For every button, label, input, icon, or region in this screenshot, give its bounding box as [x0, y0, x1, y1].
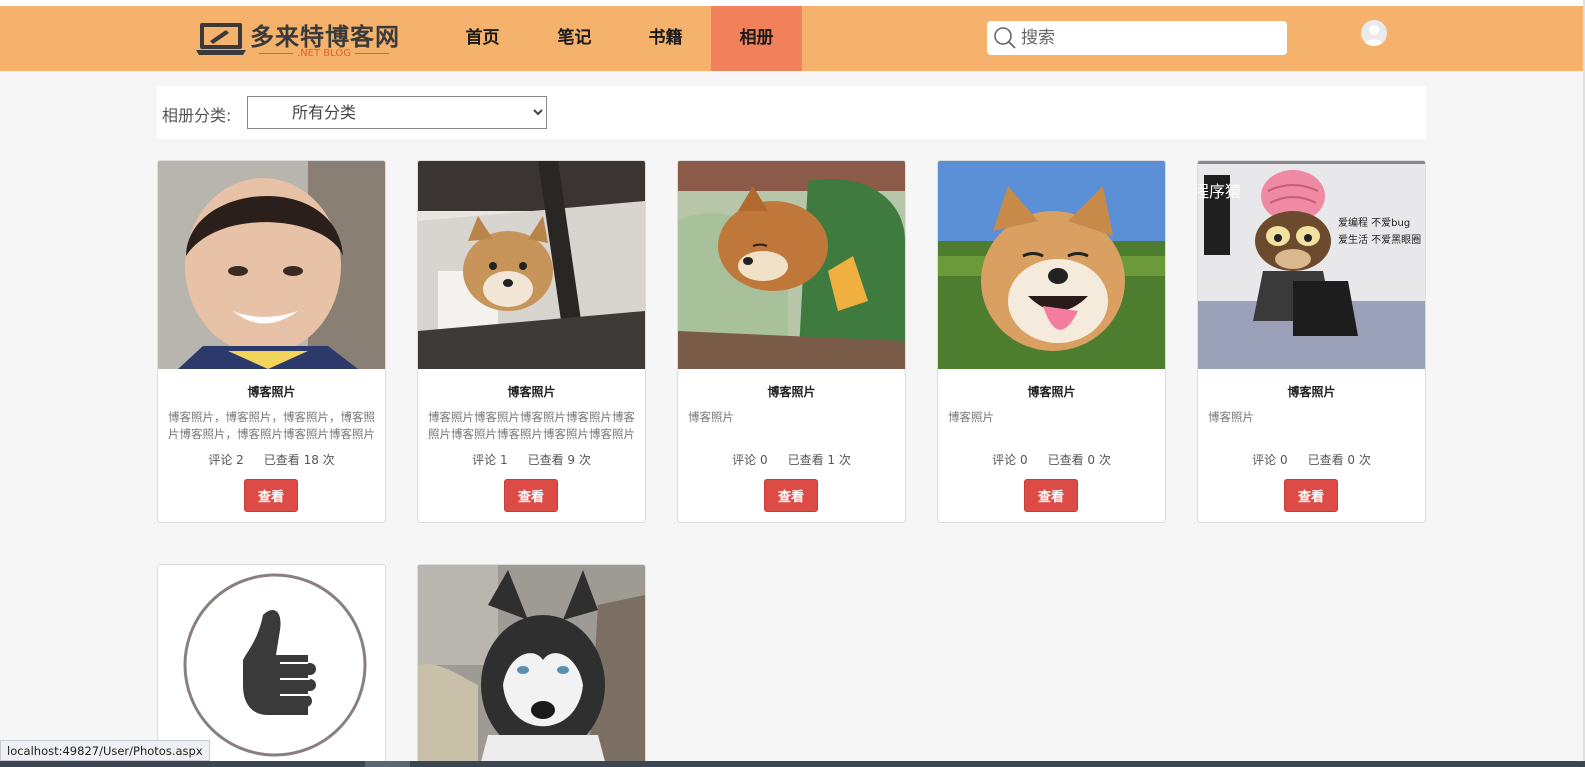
nav-home[interactable]: 首页	[437, 6, 528, 71]
album-category-label: 相册分类:	[162, 106, 232, 125]
photo-description: 博客照片，博客照片，博客照片，博客照片博客照片，博客照片博客照片博客照片	[168, 410, 375, 441]
user-avatar[interactable]	[1361, 20, 1387, 46]
photo-stats: 评论 2 已查看 18 次	[158, 451, 385, 468]
photo-description: 博客照片	[948, 410, 994, 424]
photo-title: 博客照片	[1287, 385, 1336, 399]
photo-title: 博客照片	[247, 385, 296, 399]
taskbar-item[interactable]	[365, 761, 410, 767]
view-photo-button[interactable]: 查看	[764, 479, 818, 512]
photo-card: 博客照片 博客照片博客照片博客照片博客照片博客照片博客照片博客照片博客照片博客照…	[417, 160, 646, 523]
photo-description: 博客照片	[1208, 410, 1254, 424]
album-filter-bar: 相册分类: 所有分类	[157, 86, 1426, 139]
shiba-chair-photo-image	[418, 161, 645, 369]
laptop-logo-icon	[196, 23, 246, 55]
thumbs-up-icon	[158, 565, 385, 767]
nav-notes[interactable]: 笔记	[529, 6, 620, 71]
photo-thumbnail[interactable]	[158, 565, 385, 767]
photo-title: 博客照片	[767, 385, 816, 399]
nav-books[interactable]: 书籍	[620, 6, 711, 71]
photo-view-count: 已查看 1 次	[787, 453, 851, 467]
view-photo-button[interactable]: 查看	[504, 479, 558, 512]
photo-thumbnail[interactable]	[938, 161, 1165, 369]
site-logo[interactable]: 多来特博客网 .NET BLOG	[196, 18, 406, 62]
user-avatar-icon	[1364, 25, 1384, 46]
photo-comment-count: 评论 0	[992, 453, 1028, 467]
view-photo-button[interactable]: 查看	[1284, 479, 1338, 512]
monkey-slogan-1: 爱编程 不爱bug	[1338, 216, 1410, 229]
photo-card: 博客照片 博客照片，博客照片，博客照片，博客照片博客照片，博客照片博客照片博客照…	[157, 160, 386, 523]
photo-thumbnail[interactable]	[678, 161, 905, 369]
photo-card	[157, 564, 386, 767]
photo-view-count: 已查看 0 次	[1047, 453, 1111, 467]
child-photo-image	[158, 161, 385, 369]
photo-card: 程序猿 爱编程 不爱bug 爱生活 不爱黑眼圈 博客照片 博客照片 评论 0 已查…	[1197, 160, 1426, 523]
photo-comment-count: 评论 0	[732, 453, 768, 467]
photo-title: 博客照片	[507, 385, 556, 399]
photo-card: 博客照片 博客照片 评论 0 已查看 1 次 查看	[677, 160, 906, 523]
photo-thumbnail[interactable]	[158, 161, 385, 369]
view-photo-button[interactable]: 查看	[244, 479, 298, 512]
photo-thumbnail[interactable]	[418, 565, 645, 767]
photo-comment-count: 评论 1	[472, 453, 508, 467]
photo-thumbnail[interactable]	[418, 161, 645, 369]
photo-view-count: 已查看 0 次	[1307, 453, 1371, 467]
search-input[interactable]	[1021, 21, 1281, 55]
photo-description: 博客照片	[688, 410, 734, 424]
taskbar	[0, 761, 1585, 767]
photo-description: 博客照片博客照片博客照片博客照片博客照片博客照片博客照片博客照片博客照片博客	[428, 410, 635, 441]
photo-comment-count: 评论 0	[1252, 453, 1288, 467]
photo-comment-count: 评论 2	[208, 453, 244, 467]
photo-stats: 评论 0 已查看 0 次	[1198, 451, 1425, 468]
photo-stats: 评论 0 已查看 1 次	[678, 451, 905, 468]
browser-status-url: localhost:49827/User/Photos.aspx	[0, 740, 210, 761]
shiba-sleeping-photo-image	[678, 161, 905, 369]
monkey-slogan-2: 爱生活 不爱黑眼圈	[1338, 233, 1421, 246]
album-category-select[interactable]: 所有分类	[247, 96, 547, 129]
programmer-monkey-photo-image: 程序猿 爱编程 不爱bug 爱生活 不爱黑眼圈	[1198, 161, 1425, 369]
photo-title: 博客照片	[1027, 385, 1076, 399]
site-header: 多来特博客网 .NET BLOG 首页 笔记 书籍 相册	[0, 6, 1585, 71]
site-logo-subtitle: .NET BLOG	[254, 48, 394, 59]
search-icon[interactable]	[993, 26, 1017, 50]
photo-card	[417, 564, 646, 767]
site-logo-text: 多来特博客网	[250, 23, 400, 51]
photo-view-count: 已查看 18 次	[263, 453, 335, 467]
photo-thumbnail[interactable]: 程序猿 爱编程 不爱bug 爱生活 不爱黑眼圈	[1198, 161, 1425, 369]
photo-stats: 评论 0 已查看 0 次	[938, 451, 1165, 468]
view-photo-button[interactable]: 查看	[1024, 479, 1078, 512]
photo-card: 博客照片 博客照片 评论 0 已查看 0 次 查看	[937, 160, 1166, 523]
nav-album[interactable]: 相册	[711, 6, 802, 71]
husky-photo-image	[418, 565, 645, 767]
photo-view-count: 已查看 9 次	[527, 453, 591, 467]
photo-stats: 评论 1 已查看 9 次	[418, 451, 645, 468]
shiba-smiling-photo-image	[938, 161, 1165, 369]
search-box	[987, 21, 1287, 55]
monkey-image-text: 程序猿	[1198, 182, 1241, 201]
